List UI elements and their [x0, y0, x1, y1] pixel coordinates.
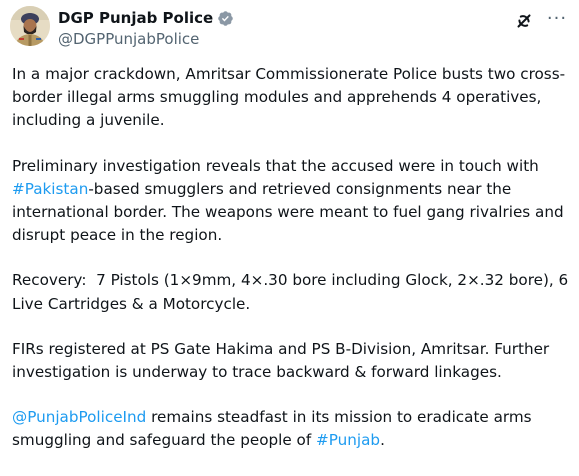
paragraph-text: -based smugglers and retrieved consignme… [12, 179, 569, 245]
tweet-header: DGP Punjab Police @DGPPunjabPolice ··· [10, 4, 569, 52]
author-handle[interactable]: @DGPPunjabPolice [58, 30, 234, 50]
tweet-paragraph-1: In a major crackdown, Amritsar Commissio… [12, 65, 566, 130]
tweet-paragraph-3: Recovery: 7 Pistols (1×9mm, 4×.30 bore i… [12, 271, 574, 313]
grok-button[interactable] [513, 10, 535, 32]
mention-punjabpoliceind-link[interactable]: @PunjabPoliceInd [12, 408, 146, 426]
hashtag-punjab-link[interactable]: #Punjab [316, 431, 380, 449]
avatar[interactable] [10, 6, 50, 46]
tweet-card: DGP Punjab Police @DGPPunjabPolice ··· I… [0, 0, 579, 476]
tweet-paragraph-2: Preliminary investigation reveals that t… [12, 155, 572, 248]
hashtag-pakistan-link[interactable]: #Pakistan [12, 180, 88, 198]
display-name[interactable]: DGP Punjab Police [58, 9, 213, 27]
more-options-button[interactable]: ··· [545, 10, 569, 32]
tweet-paragraph-4: FIRs registered at PS Gate Hakima and PS… [12, 339, 554, 382]
officer-avatar-icon [10, 6, 50, 46]
author-names: DGP Punjab Police @DGPPunjabPolice [58, 8, 234, 50]
paragraph-text: Preliminary investigation reveals that t… [12, 156, 544, 175]
verified-badge-icon [217, 10, 234, 27]
display-name-row: DGP Punjab Police [58, 8, 234, 28]
paragraph-text: . [380, 431, 385, 450]
tweet-paragraph-5: @PunjabPoliceInd remains steadfast in it… [12, 406, 572, 452]
grok-icon [517, 14, 531, 28]
tweet-text: In a major crackdown, Amritsar Commissio… [12, 63, 572, 453]
